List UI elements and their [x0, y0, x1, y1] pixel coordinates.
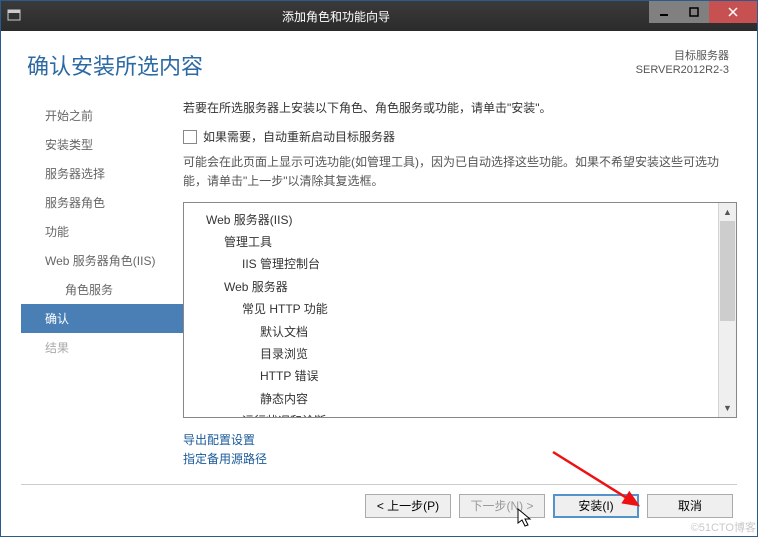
f-http-errors: HTTP 错误 — [188, 365, 714, 387]
alt-source-link[interactable]: 指定备用源路径 — [183, 449, 737, 468]
auto-restart-checkbox[interactable] — [183, 130, 197, 144]
sidebar-item-results: 结果 — [21, 333, 183, 362]
sidebar-item-iis-role[interactable]: Web 服务器角色(IIS) — [21, 246, 183, 275]
maximize-button[interactable] — [679, 1, 709, 23]
optional-note: 可能会在此页面上显示可选功能(如管理工具)，因为已自动选择这些功能。如果不希望安… — [183, 153, 737, 191]
footer: < 上一步(P) 下一步(N) > 安装(I) 取消 — [21, 484, 737, 526]
title-bar: 添加角色和功能向导 — [1, 1, 757, 31]
scroll-up-icon[interactable]: ▲ — [719, 203, 736, 221]
target-name: SERVER2012R2-3 — [636, 63, 729, 77]
body-panel: 若要在所选服务器上安装以下角色、角色服务或功能，请单击"安装"。 如果需要，自动… — [183, 95, 737, 484]
target-server: 目标服务器 SERVER2012R2-3 — [636, 49, 729, 81]
links: 导出配置设置 指定备用源路径 — [183, 430, 737, 468]
f-iis-console: IIS 管理控制台 — [188, 253, 714, 275]
next-button: 下一步(N) > — [459, 494, 545, 518]
f-mgmt-tools: 管理工具 — [188, 231, 714, 253]
watermark: ©51CTO博客 — [691, 519, 756, 535]
main: 开始之前 安装类型 服务器选择 服务器角色 功能 Web 服务器角色(IIS) … — [21, 95, 737, 484]
sidebar-item-server-select[interactable]: 服务器选择 — [21, 159, 183, 188]
sidebar-item-confirm[interactable]: 确认 — [21, 304, 183, 333]
previous-button[interactable]: < 上一步(P) — [365, 494, 451, 518]
export-config-link[interactable]: 导出配置设置 — [183, 430, 737, 449]
install-button[interactable]: 安装(I) — [553, 494, 639, 518]
header: 确认安装所选内容 目标服务器 SERVER2012R2-3 — [21, 31, 737, 95]
f-web-server: Web 服务器 — [188, 276, 714, 298]
page-title: 确认安装所选内容 — [27, 49, 203, 81]
scroll-down-icon[interactable]: ▼ — [719, 399, 736, 417]
scroll-track[interactable] — [719, 221, 736, 399]
f-common-http: 常见 HTTP 功能 — [188, 298, 714, 320]
target-label: 目标服务器 — [636, 49, 729, 63]
wizard-window: 添加角色和功能向导 确认安装所选内容 目标服务器 SERVER2012R2-3 … — [0, 0, 758, 537]
app-icon — [1, 8, 23, 25]
minimize-button[interactable] — [649, 1, 679, 23]
f-static-content: 静态内容 — [188, 388, 714, 410]
sidebar-item-role-services[interactable]: 角色服务 — [21, 275, 183, 304]
scrollbar[interactable]: ▲ ▼ — [718, 203, 736, 417]
instruction: 若要在所选服务器上安装以下角色、角色服务或功能，请单击"安装"。 — [183, 99, 737, 118]
sidebar-item-server-roles[interactable]: 服务器角色 — [21, 188, 183, 217]
sidebar-item-features[interactable]: 功能 — [21, 217, 183, 246]
sidebar: 开始之前 安装类型 服务器选择 服务器角色 功能 Web 服务器角色(IIS) … — [21, 95, 183, 484]
window-buttons — [649, 1, 757, 23]
cancel-button[interactable]: 取消 — [647, 494, 733, 518]
f-root: Web 服务器(IIS) — [188, 209, 714, 231]
f-health-diag: 运行状况和诊断 — [188, 410, 714, 416]
feature-list-box: Web 服务器(IIS) 管理工具 IIS 管理控制台 Web 服务器 常见 H… — [183, 202, 737, 418]
sidebar-item-install-type[interactable]: 安装类型 — [21, 130, 183, 159]
auto-restart-label: 如果需要，自动重新启动目标服务器 — [203, 128, 395, 145]
content-area: 确认安装所选内容 目标服务器 SERVER2012R2-3 开始之前 安装类型 … — [1, 31, 757, 536]
f-default-doc: 默认文档 — [188, 321, 714, 343]
auto-restart-row: 如果需要，自动重新启动目标服务器 — [183, 128, 737, 145]
sidebar-item-before-begin[interactable]: 开始之前 — [21, 101, 183, 130]
scroll-thumb[interactable] — [720, 221, 735, 321]
feature-list: Web 服务器(IIS) 管理工具 IIS 管理控制台 Web 服务器 常见 H… — [184, 203, 718, 417]
close-button[interactable] — [709, 1, 757, 23]
window-title: 添加角色和功能向导 — [23, 8, 649, 25]
f-dir-browse: 目录浏览 — [188, 343, 714, 365]
